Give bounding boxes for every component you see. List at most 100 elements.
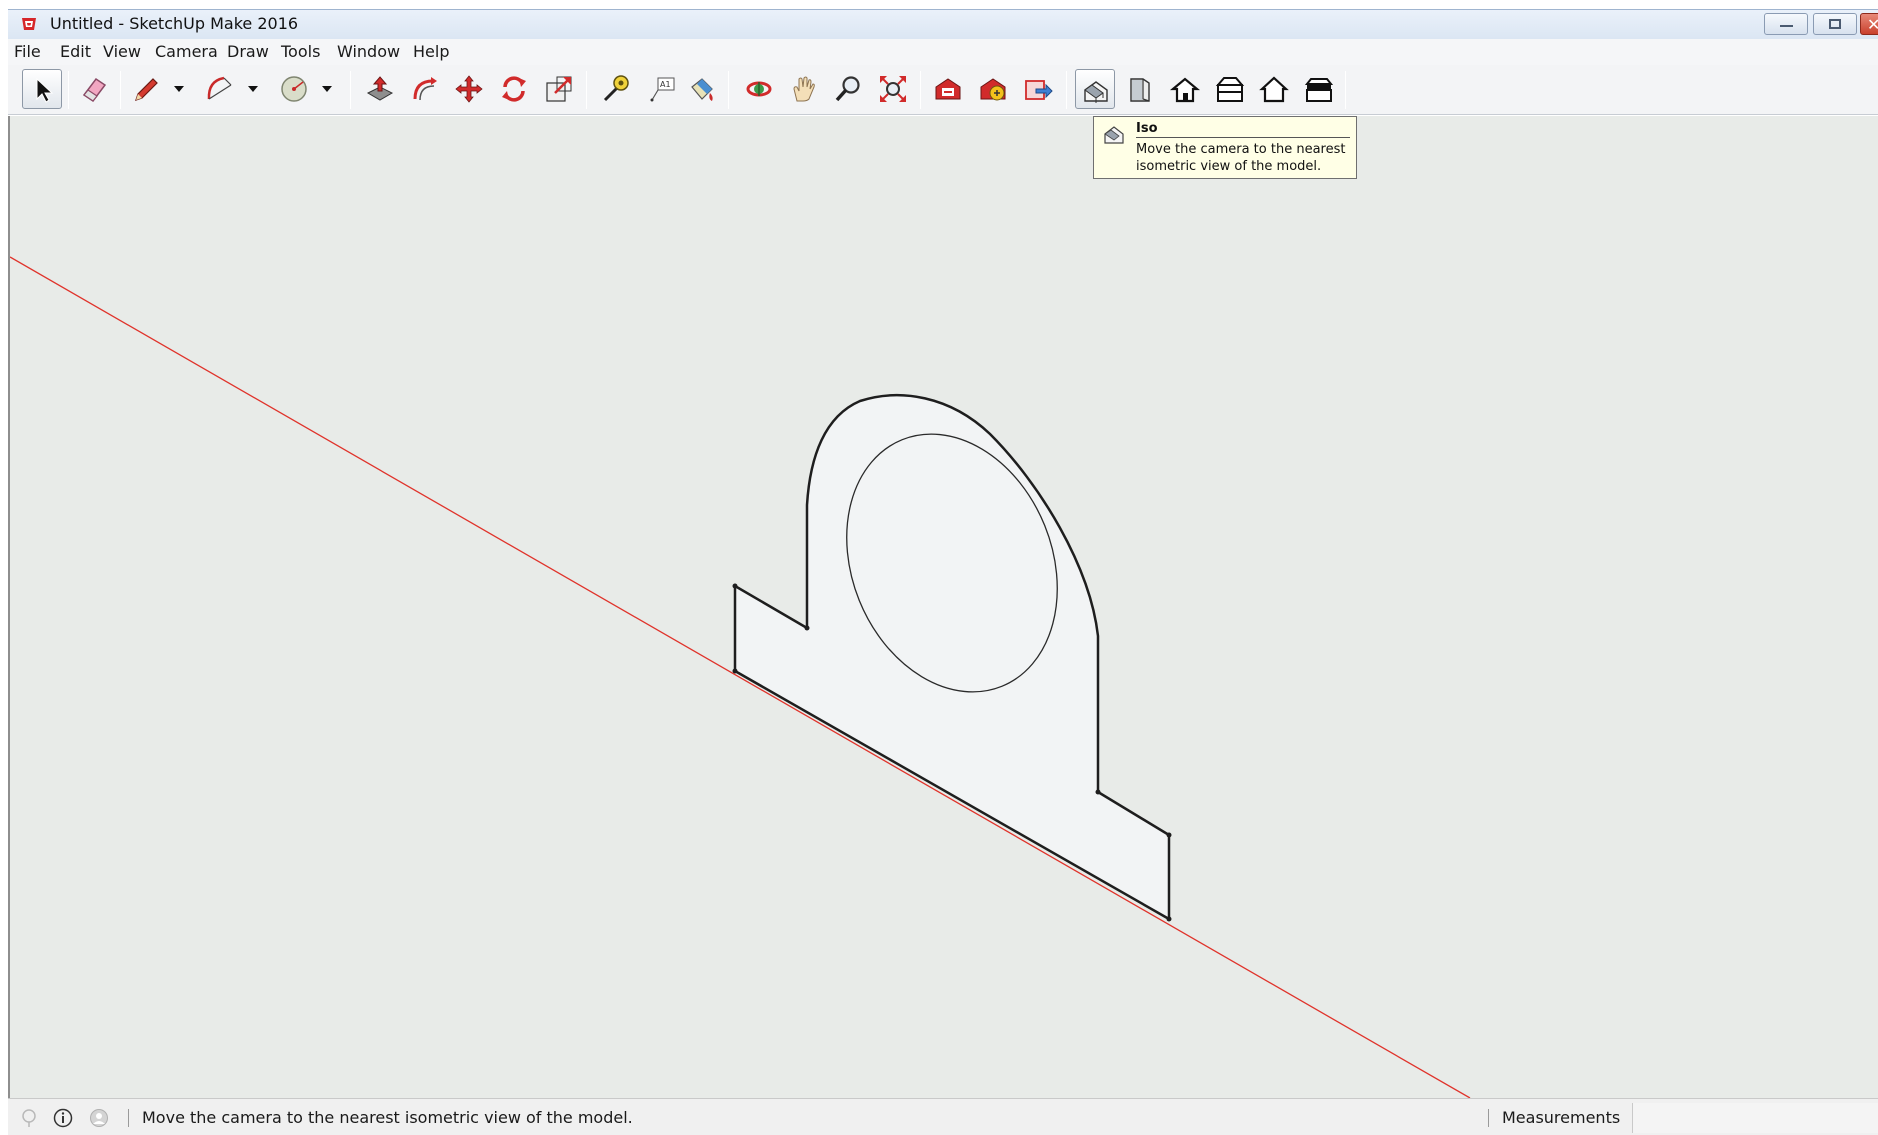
rotate-tool-button[interactable] <box>494 69 534 109</box>
pencil-icon <box>135 78 158 101</box>
toolbar-separator <box>68 71 69 109</box>
shapes-dropdown-button[interactable] <box>320 79 334 99</box>
scale-tool-button[interactable] <box>539 69 579 109</box>
text-tool-button[interactable]: A1 <box>642 69 682 109</box>
paint-bucket-icon <box>691 78 713 101</box>
status-message: Move the camera to the nearest isometric… <box>142 1108 633 1127</box>
sketchup-logo-icon <box>22 18 36 30</box>
iso-view-button[interactable] <box>1075 69 1115 109</box>
status-bar: Move the camera to the nearest isometric… <box>8 1098 1878 1135</box>
minimize-button[interactable] <box>1764 13 1808 35</box>
toolbar-separator <box>120 71 121 109</box>
line-tool-button[interactable] <box>126 69 166 109</box>
info-icon[interactable] <box>52 1107 74 1129</box>
top-view-icon <box>1130 78 1150 102</box>
paint-bucket-tool-button[interactable] <box>682 69 722 109</box>
window-title: Untitled - SketchUp Make 2016 <box>50 14 299 33</box>
tape-measure-icon <box>603 75 629 102</box>
offset-icon <box>413 77 437 101</box>
model-face <box>733 393 1171 921</box>
orbit-icon <box>746 81 772 97</box>
title-bar: Untitled - SketchUp Make 2016 ✕ <box>8 9 1878 39</box>
move-tool-button[interactable] <box>449 69 489 109</box>
tape-measure-tool-button[interactable] <box>596 69 636 109</box>
chevron-down-icon <box>174 86 184 92</box>
eraser-icon <box>82 77 107 103</box>
front-view-icon <box>1169 77 1201 103</box>
tooltip-description: Move the camera to the nearest isometric… <box>1136 142 1346 174</box>
menu-view[interactable]: View <box>103 42 141 61</box>
zoom-magnifier-icon <box>835 76 860 102</box>
scale-icon <box>546 76 572 102</box>
text-label-icon: A1 <box>650 77 675 102</box>
extension-warehouse-button[interactable] <box>973 69 1013 109</box>
back-view-icon <box>1259 76 1289 103</box>
orbit-tool-button[interactable] <box>739 69 779 109</box>
iso-tooltip: Iso Move the camera to the nearest isome… <box>1093 116 1357 179</box>
line-dropdown-button[interactable] <box>172 79 186 99</box>
restore-button[interactable] <box>1813 13 1857 35</box>
model-canvas <box>10 256 1471 1098</box>
shapes-tool-button[interactable] <box>274 69 314 109</box>
extension-warehouse-icon <box>980 78 1006 101</box>
push-pull-tool-button[interactable] <box>360 69 400 109</box>
zoom-extents-icon <box>880 76 906 102</box>
share-model-button[interactable] <box>1018 69 1058 109</box>
status-separator <box>128 1109 129 1127</box>
menu-edit[interactable]: Edit <box>60 42 91 61</box>
select-tool-button[interactable] <box>22 69 62 109</box>
arc-tool-button[interactable] <box>200 69 240 109</box>
menu-draw[interactable]: Draw <box>227 42 269 61</box>
left-view-button[interactable] <box>1299 69 1339 109</box>
iso-house-icon <box>1104 126 1124 144</box>
rotate-icon <box>502 76 526 102</box>
toolbar-separator <box>920 71 921 109</box>
top-view-button[interactable] <box>1120 69 1160 109</box>
right-view-button[interactable] <box>1210 69 1250 109</box>
eraser-tool-button[interactable] <box>74 69 114 109</box>
close-icon: ✕ <box>1867 15 1878 34</box>
toolbar-separator <box>1066 71 1067 109</box>
chevron-down-icon <box>248 86 258 92</box>
toolbar-separator <box>586 71 587 109</box>
svg-text:A1: A1 <box>660 80 671 89</box>
share-model-icon <box>1025 80 1053 100</box>
user-account-icon[interactable] <box>88 1107 110 1129</box>
tooltip-title: Iso <box>1136 121 1350 138</box>
close-button[interactable]: ✕ <box>1860 13 1878 35</box>
status-separator <box>1488 1109 1489 1127</box>
restore-icon <box>1829 19 1841 29</box>
menu-file[interactable]: File <box>14 42 41 61</box>
drawing-viewport[interactable] <box>8 116 1878 1098</box>
3d-warehouse-button[interactable] <box>928 69 968 109</box>
zoom-extents-tool-button[interactable] <box>873 69 913 109</box>
left-view-icon <box>1304 78 1334 102</box>
geo-location-icon[interactable] <box>18 1107 40 1129</box>
arc-dropdown-button[interactable] <box>246 79 260 99</box>
move-arrows-icon <box>455 75 483 103</box>
menu-bar: File Edit View Camera Draw Tools Window … <box>8 39 1878 65</box>
circle-shape-icon <box>281 76 307 102</box>
toolbar-separator <box>350 71 351 109</box>
measurements-input[interactable] <box>1632 1103 1878 1133</box>
menu-window[interactable]: Window <box>337 42 400 61</box>
warehouse-icon <box>935 78 961 100</box>
chevron-down-icon <box>322 86 332 92</box>
red-axis-line <box>10 256 1471 1098</box>
right-view-icon <box>1215 77 1245 102</box>
menu-help[interactable]: Help <box>413 42 449 61</box>
measurements-label: Measurements <box>1502 1108 1621 1127</box>
pan-tool-button[interactable] <box>784 69 824 109</box>
front-view-button[interactable] <box>1165 69 1205 109</box>
toolbar-separator <box>1345 71 1346 109</box>
main-toolbar: A1 <box>8 65 1878 115</box>
pan-hand-icon <box>793 76 815 102</box>
menu-tools[interactable]: Tools <box>281 42 320 61</box>
offset-tool-button[interactable] <box>405 69 445 109</box>
zoom-tool-button[interactable] <box>828 69 868 109</box>
arrow-cursor-icon <box>36 77 54 103</box>
arc-icon <box>207 76 232 100</box>
push-pull-icon <box>366 76 394 101</box>
menu-camera[interactable]: Camera <box>155 42 218 61</box>
back-view-button[interactable] <box>1254 69 1294 109</box>
